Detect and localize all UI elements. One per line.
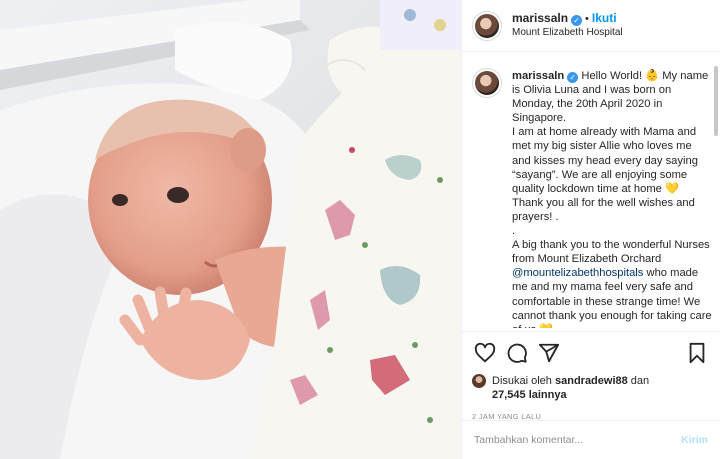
- send-comment-button[interactable]: Kirim: [681, 434, 708, 446]
- heart-icon: [474, 342, 496, 363]
- post-photo[interactable]: [0, 0, 461, 459]
- caption-scrollbar[interactable]: [714, 66, 718, 136]
- bookmark-icon: [689, 342, 705, 364]
- caption-text: marissaln ✓ Hello World! 👶 My name is Oli…: [512, 69, 712, 328]
- liker-username[interactable]: sandradewi88: [555, 375, 628, 387]
- save-button[interactable]: [684, 340, 710, 366]
- likes-prefix: Disukai oleh: [492, 375, 555, 387]
- likes-count[interactable]: 27,545 lainnya: [492, 389, 567, 401]
- follow-button[interactable]: Ikuti: [592, 11, 617, 25]
- share-icon: [538, 343, 560, 363]
- newborn-baby-photo: [0, 0, 461, 459]
- verified-icon: ✓: [567, 72, 579, 83]
- comment-input[interactable]: [474, 434, 682, 446]
- likes-summary: Disukai oleh sandradewi88 dan 27,545 lai…: [472, 374, 710, 402]
- location-link[interactable]: Mount Elizabeth Hospital: [512, 26, 623, 40]
- comment-box: Kirim: [462, 420, 720, 459]
- comment-button[interactable]: [504, 340, 530, 366]
- mention-link[interactable]: @mountelizabethhospitals: [512, 267, 643, 279]
- caption-body: Hello World! 👶 My name is Olivia Luna an…: [512, 70, 710, 266]
- verified-icon: ✓: [571, 15, 583, 26]
- like-button[interactable]: [472, 340, 498, 366]
- liker-avatar[interactable]: [472, 374, 486, 388]
- avatar[interactable]: [472, 10, 502, 41]
- caption-username[interactable]: marissaln: [512, 70, 564, 82]
- post-header: marissaln ✓ • Ikuti Mount Elizabeth Hospita…: [462, 0, 720, 52]
- comment-icon: [507, 343, 527, 363]
- username[interactable]: marissaln: [512, 11, 568, 25]
- likes-middle: dan: [627, 375, 650, 387]
- caption: marissaln ✓ Hello World! 👶 My name is Oli…: [472, 60, 712, 328]
- post-actions: Disukai oleh sandradewi88 dan 27,545 lai…: [462, 331, 720, 421]
- caption-avatar[interactable]: [472, 68, 502, 98]
- post-side-panel: marissaln ✓ • Ikuti Mount Elizabeth Hospita…: [461, 0, 720, 459]
- instagram-post: marissaln ✓ • Ikuti Mount Elizabeth Hospita…: [0, 0, 720, 459]
- separator-dot: •: [585, 13, 589, 25]
- share-button[interactable]: [536, 340, 562, 366]
